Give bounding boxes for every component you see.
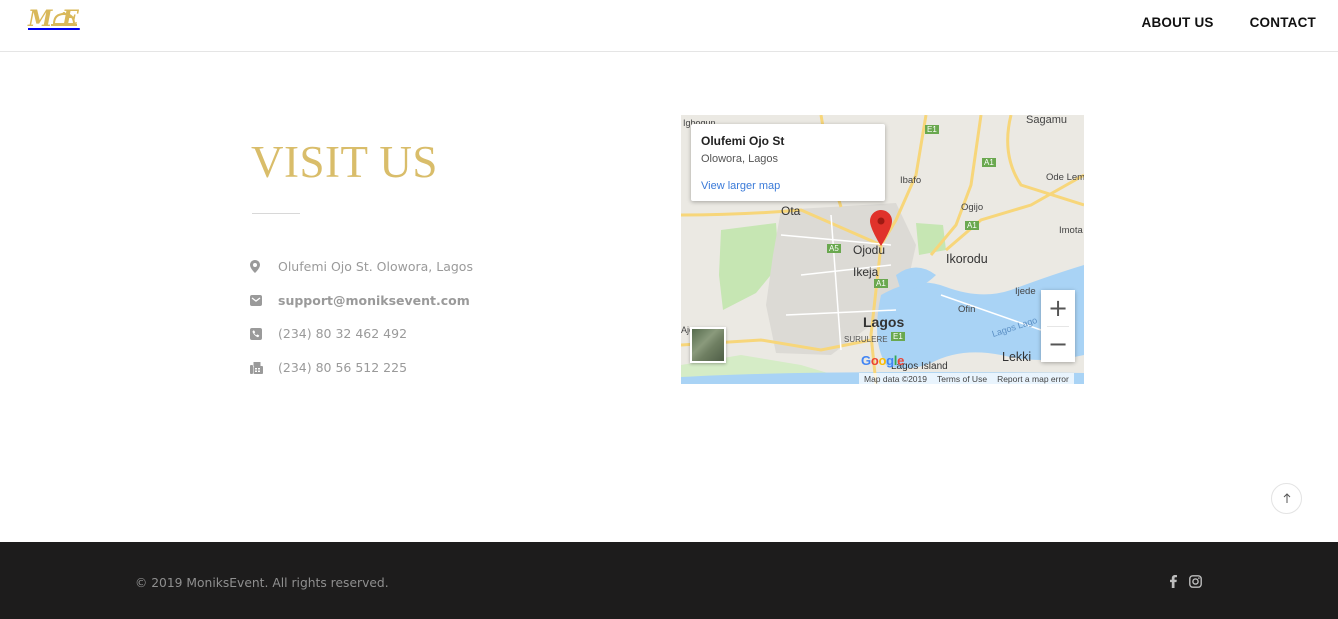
map-label: Ofin (958, 304, 976, 315)
site-logo[interactable]: M E (28, 6, 100, 32)
map-label: Lekki (1002, 350, 1032, 364)
instagram-icon[interactable] (1189, 575, 1202, 588)
map-label: Ogijo (961, 202, 984, 213)
map-label: Ota (781, 204, 801, 218)
phone-text: (234) 80 32 462 492 (278, 326, 408, 342)
location-pin-icon[interactable] (870, 210, 892, 246)
map-label: Ikeja (853, 265, 879, 279)
address-text: Olufemi Ojo St. Olowora, Lagos (278, 259, 473, 275)
section-title: VISIT US (251, 137, 438, 187)
scroll-to-top-button[interactable] (1271, 483, 1302, 514)
main-nav: ABOUT US CONTACT (1142, 15, 1317, 30)
copyright-text: © 2019 MoniksEvent. All rights reserved. (135, 576, 389, 590)
zoom-out-button[interactable]: − (1041, 326, 1075, 362)
map-label: Sagamu (1026, 115, 1067, 126)
zoom-in-button[interactable]: + (1041, 290, 1075, 326)
site-footer: © 2019 MoniksEvent. All rights reserved. (0, 542, 1338, 619)
map-label: Ibafo (900, 175, 922, 186)
map-label: Ikorodu (946, 252, 988, 266)
phone-icon (250, 327, 278, 340)
contact-list: Olufemi Ojo St. Olowora, Lagos support@m… (250, 250, 473, 384)
envelope-icon (250, 294, 278, 306)
zoom-controls: + − (1041, 290, 1075, 362)
map-label: Lagos (863, 314, 905, 330)
contact-phone: (234) 80 32 462 492 (250, 317, 473, 351)
fax-icon (250, 361, 278, 374)
map-label: E1 (891, 332, 905, 341)
zoom-separator (1047, 326, 1069, 327)
map-label: Ijede (1015, 286, 1036, 297)
contact-address: Olufemi Ojo St. Olowora, Lagos (250, 250, 473, 284)
nav-contact[interactable]: CONTACT (1250, 15, 1316, 30)
google-logo: Google (861, 353, 905, 368)
contact-fax: (234) 80 56 512 225 (250, 351, 473, 385)
map-label: A1 (965, 221, 979, 230)
site-header: M E ABOUT US CONTACT (0, 0, 1338, 52)
map-marker-icon (250, 260, 278, 274)
map-label: SURULERE (844, 335, 888, 344)
map-data-text: Map data ©2019 (864, 373, 927, 384)
map-info-card: Olufemi Ojo St Olowora, Lagos View large… (691, 124, 885, 201)
map-label: A1 (982, 158, 996, 167)
map-label: A5 (827, 244, 841, 253)
contact-email: support@moniksevent.com (250, 284, 473, 318)
map-label: Imota (1059, 225, 1083, 236)
arrow-up-icon (1283, 493, 1290, 503)
map-attribution: Map data ©2019 Terms of Use Report a map… (859, 373, 1074, 384)
embedded-map[interactable]: Igbogun Sagamu E1 A1 Ibafo Ode Lem Ogijo… (681, 115, 1084, 384)
terms-link[interactable]: Terms of Use (937, 374, 987, 384)
map-label: Ode Lem (1046, 172, 1084, 183)
info-subtitle: Olowora, Lagos (701, 153, 779, 165)
social-links (1170, 575, 1202, 588)
facebook-icon[interactable] (1170, 575, 1177, 588)
nav-about-us[interactable]: ABOUT US (1142, 15, 1214, 30)
title-divider (252, 213, 300, 214)
satellite-toggle[interactable] (690, 327, 726, 363)
info-title: Olufemi Ojo St (701, 134, 785, 148)
cloche-icon (51, 12, 77, 26)
email-link[interactable]: support@moniksevent.com (278, 293, 470, 308)
map-label: E1 (925, 125, 939, 134)
report-map-error-link[interactable]: Report a map error (997, 374, 1069, 384)
view-larger-map-link[interactable]: View larger map (701, 180, 780, 192)
fax-text: (234) 80 56 512 225 (278, 360, 408, 376)
map-label: A1 (874, 279, 888, 288)
